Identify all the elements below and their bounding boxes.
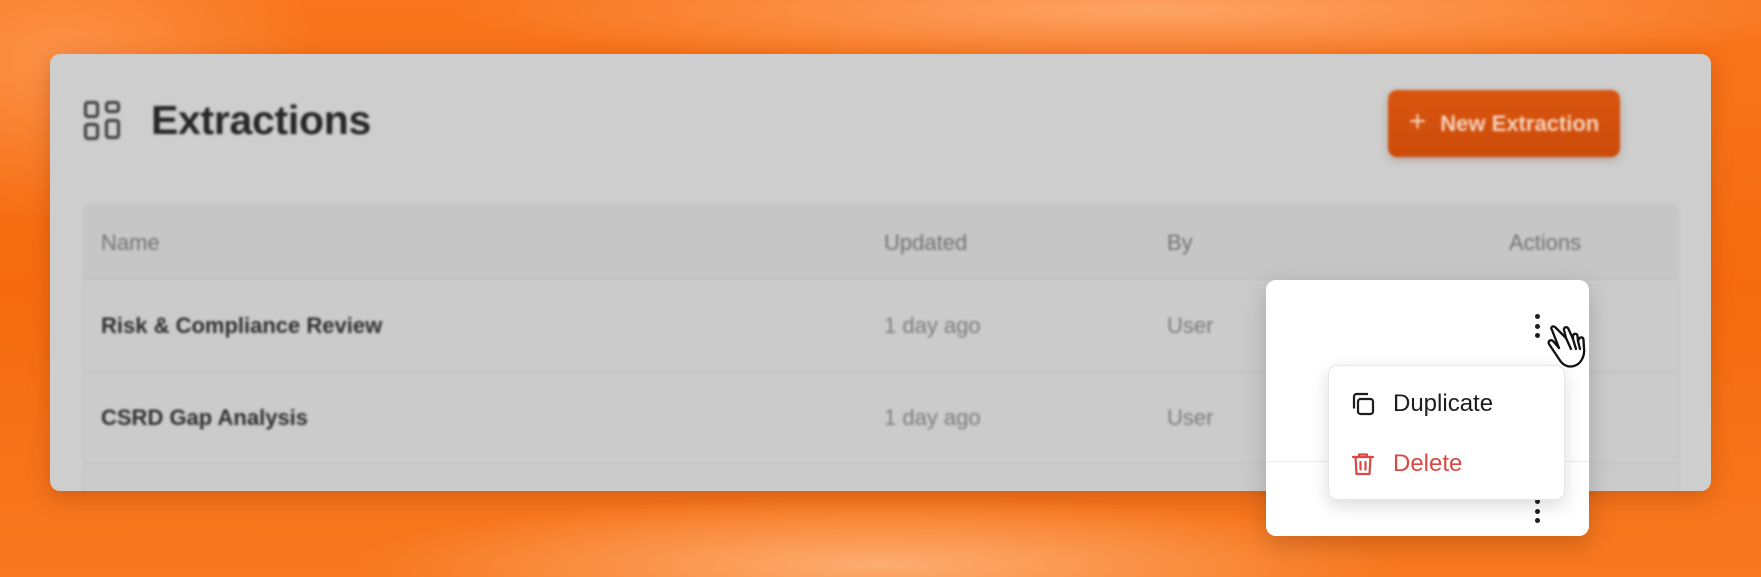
- new-extraction-button[interactable]: + New Extraction: [1388, 90, 1620, 157]
- trash-icon: [1351, 453, 1375, 476]
- duplicate-menu-item[interactable]: Duplicate: [1349, 384, 1549, 424]
- delete-menu-item[interactable]: Delete: [1349, 444, 1549, 484]
- copy-icon: [1352, 392, 1375, 416]
- column-header-actions: Actions: [1509, 230, 1582, 255]
- more-actions-icon[interactable]: [1530, 311, 1544, 341]
- table-header: Name Updated By Actions: [84, 205, 1678, 280]
- plus-icon: +: [1408, 105, 1427, 138]
- delete-label: Delete: [1393, 450, 1463, 477]
- column-header-by[interactable]: By: [1167, 230, 1193, 256]
- page-title: Extractions: [151, 97, 371, 143]
- column-header-name[interactable]: Name: [101, 230, 160, 256]
- new-extraction-label: New Extraction: [1440, 110, 1600, 136]
- duplicate-label: Duplicate: [1393, 390, 1494, 417]
- row-by: User: [1167, 313, 1214, 338]
- actions-dropdown-menu: Duplicate Delete: [1328, 365, 1565, 500]
- more-actions-icon[interactable]: [1530, 496, 1544, 526]
- row-name: CSRD Gap Analysis: [101, 405, 309, 430]
- hand-pointer-cursor-icon: [1547, 325, 1586, 368]
- grid-icon: [84, 101, 124, 141]
- row-updated: 1 day ago: [884, 405, 981, 430]
- column-header-updated[interactable]: Updated: [884, 230, 967, 256]
- row-updated: 1 day ago: [884, 313, 981, 338]
- row-by: User: [1167, 405, 1214, 430]
- row-name: Risk & Compliance Review: [101, 313, 383, 338]
